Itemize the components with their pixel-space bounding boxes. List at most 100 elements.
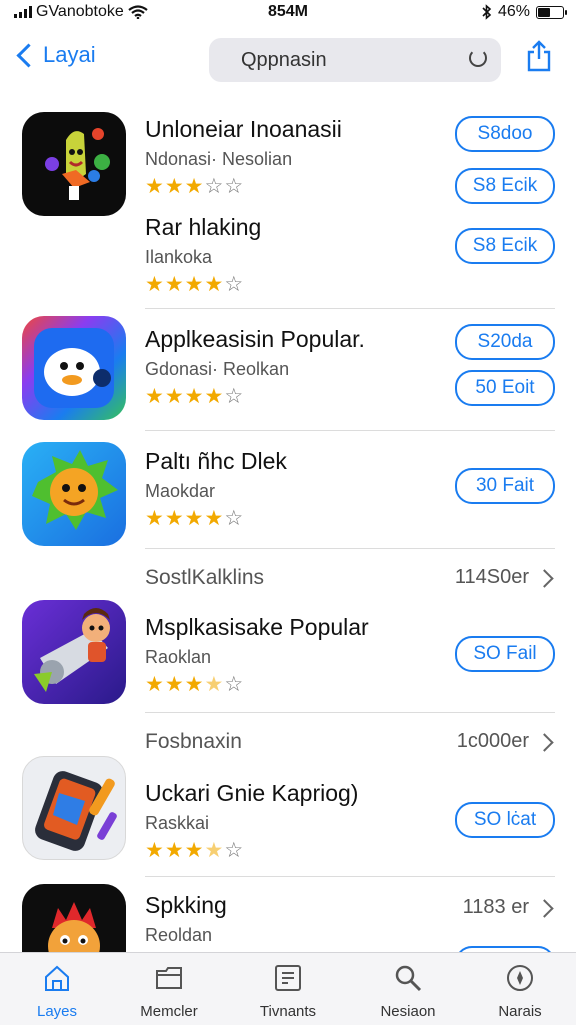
star-icon: ☆ (224, 175, 245, 198)
star-icon: ★ (145, 385, 165, 408)
bird-icon (34, 328, 114, 408)
star-icon: ★ (184, 273, 205, 296)
star-icon: ☆ (224, 273, 245, 296)
divider (145, 548, 555, 549)
list-icon (275, 965, 301, 991)
app-icon-2[interactable] (22, 316, 126, 420)
status-right: 46% (482, 3, 567, 21)
app-row-2[interactable]: Rar hlaking Ilankoka ★★★★☆ S8 Ecik (145, 214, 555, 295)
chevron-right-icon (535, 733, 554, 752)
app-icon-4[interactable] (22, 600, 126, 704)
bluetooth-icon (482, 4, 492, 20)
back-label: Layai (43, 42, 96, 67)
app-row-4[interactable]: Paltı ñhc Dlek Maokdar ★★★★☆ 30 Fait (145, 448, 555, 529)
star-icon: ★ (184, 673, 205, 696)
star-icon: ★ (184, 507, 205, 530)
star-icon: ★ (204, 385, 225, 408)
compass-icon (507, 965, 533, 991)
price-button[interactable]: 50 Eoit (455, 370, 555, 406)
nav-bar: Layai Qppnasin (0, 32, 576, 88)
star-icon: ★ (145, 673, 165, 696)
divider (145, 430, 555, 431)
app-subtitle: Reoldan (145, 925, 213, 945)
sun-creature-icon (32, 450, 118, 530)
chevron-right-icon (535, 569, 554, 588)
monster-icon (48, 902, 100, 952)
section-count: 1c000er (456, 730, 529, 752)
price-button[interactable]: SO Fail (455, 636, 555, 672)
tab-memcler[interactable]: Memcler (119, 959, 219, 1020)
star-icon: ★ (145, 839, 165, 862)
section-row-1[interactable]: SostlKalklins 114S0er (145, 562, 555, 596)
star-icon: ☆ (224, 507, 245, 530)
price-button[interactable]: S8 Ecik (455, 228, 555, 264)
tab-label: Memcler (140, 1003, 198, 1020)
refresh-icon[interactable] (469, 49, 487, 67)
app-row-1[interactable]: Unloneiar Inoanasii Ndonasi· Nesolian ★★… (145, 116, 555, 204)
star-icon: ★ (184, 175, 205, 198)
section-count: 114S0er (454, 566, 529, 588)
divider (145, 308, 555, 309)
star-icon: ★ (184, 385, 205, 408)
price-button[interactable]: S8 Ecik (455, 168, 555, 204)
star-icon: ★ (164, 175, 185, 198)
price-button[interactable]: S20da (455, 324, 555, 360)
star-rating: ★★★★☆ (145, 674, 555, 695)
app-icon-5[interactable] (22, 756, 126, 860)
app-row-7[interactable]: Spkking Reoldan (145, 892, 555, 952)
folder-icon (156, 967, 182, 989)
star-icon: ★ (145, 175, 165, 198)
star-icon: ★ (145, 273, 165, 296)
star-icon: ★ (184, 839, 205, 862)
app-icon-6[interactable] (22, 884, 126, 952)
tab-tivnants[interactable]: Tivnants (238, 959, 338, 1020)
app-row-3[interactable]: Applkeasisin Popular. Gdonasi· Reolkan ★… (145, 324, 555, 408)
tab-narais[interactable]: Narais (470, 959, 570, 1020)
star-rating: ★★★★☆ (145, 840, 555, 861)
star-icon: ☆ (224, 385, 245, 408)
tab-label: Narais (498, 1003, 542, 1020)
star-icon: ★ (204, 507, 225, 530)
app-subtitle: Ndonasi· Nesolian (145, 149, 293, 169)
star-icon: ★ (164, 673, 185, 696)
section-row-2[interactable]: Fosbnaxin 1c000er (145, 726, 555, 760)
star-icon: ★ (164, 839, 185, 862)
star-icon: ☆ (224, 673, 245, 696)
tablet-icon (35, 771, 117, 851)
divider (145, 876, 555, 877)
price-button[interactable]: SO lċat (455, 802, 555, 838)
tab-home[interactable]: Layes (7, 959, 107, 1020)
search-icon (395, 965, 422, 992)
price-button[interactable]: 30 Fait (455, 468, 555, 504)
app-row-6[interactable]: Uckari Gnie Kapriog) Raskkai ★★★★☆ SO lċ… (145, 780, 555, 861)
search-field[interactable]: Qppnasin (209, 38, 501, 82)
divider (145, 712, 555, 713)
star-icon: ★ (204, 273, 225, 296)
app-icon-3[interactable] (22, 442, 126, 546)
star-icon: ☆ (204, 175, 225, 198)
back-button[interactable]: Layai (14, 42, 96, 68)
star-rating: ★★★★☆ (145, 508, 555, 529)
app-icon-1[interactable] (22, 112, 126, 216)
tab-label: Nesiaon (380, 1003, 436, 1020)
tab-bar: Layes Memcler Tivnants Nesiaon Narais (0, 952, 576, 1025)
star-icon: ★ (164, 385, 185, 408)
star-rating: ★★★★☆ (145, 274, 555, 295)
tab-label: Tivnants (259, 1003, 317, 1020)
star-icon: ★ (145, 507, 165, 530)
star-icon: ★ (164, 507, 185, 530)
battery-icon (536, 5, 567, 19)
app-row-5[interactable]: Msplkasisake Popular Raoklan ★★★★☆ SO Fa… (145, 614, 555, 695)
share-icon[interactable] (526, 40, 552, 72)
status-bar: GVanobtoke 854M 46% (0, 0, 576, 26)
price-button[interactable]: S8doo (455, 116, 555, 152)
star-icon: ★ (164, 273, 185, 296)
tab-search[interactable]: Nesiaon (358, 959, 458, 1020)
character-icon (45, 128, 110, 200)
section-title: SostlKalklins (145, 566, 265, 589)
home-icon (45, 965, 69, 991)
battery-percent: 46% (497, 3, 530, 20)
section-title: Fosbnaxin (145, 730, 242, 753)
rocket-character-icon (34, 608, 110, 692)
chevron-left-icon (16, 42, 41, 68)
